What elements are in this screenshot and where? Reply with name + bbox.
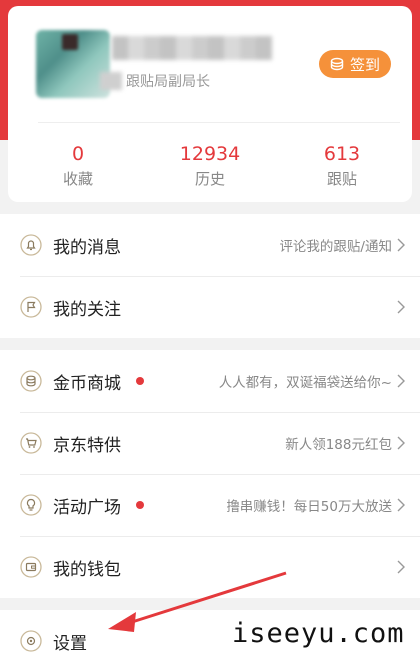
chevron-right-icon [397, 300, 405, 314]
username-blurred [112, 36, 272, 60]
menu-item-title: 我的关注 [53, 299, 121, 320]
menu-item-activity-square[interactable]: 活动广场 撸串赚钱！每日50万大放送 [0, 474, 420, 536]
bell-icon [20, 234, 42, 256]
coin-icon [330, 57, 344, 71]
chevron-right-icon [397, 560, 405, 574]
user-level-title: 跟贴局副局长 [126, 74, 210, 90]
cart-icon [20, 432, 42, 454]
menu-item-title: 京东特供 [53, 435, 121, 456]
menu-item-messages[interactable]: 我的消息 评论我的跟贴/通知 [0, 214, 420, 276]
menu-group-1: 我的消息 评论我的跟贴/通知 我的关注 [0, 214, 420, 338]
level-badge-blurred [100, 72, 122, 90]
wallet-icon [20, 556, 42, 578]
menu-item-title: 设置 [53, 633, 87, 654]
stat-label: 跟贴 [326, 170, 357, 188]
stat-value: 0 [71, 143, 85, 165]
stat-comments[interactable]: 613 跟贴 [292, 142, 392, 189]
checkin-label: 签到 [349, 55, 380, 74]
gear-icon [20, 630, 42, 652]
menu-item-desc: 撸串赚钱！每日50万大放送 [226, 499, 392, 515]
flag-icon [20, 296, 42, 318]
menu-item-following[interactable]: 我的关注 [0, 276, 420, 338]
stat-history[interactable]: 12934 历史 [160, 142, 260, 189]
chevron-right-icon [397, 498, 405, 512]
stat-value: 613 [323, 143, 361, 165]
menu-item-title: 我的钱包 [53, 559, 121, 580]
card-divider [38, 122, 400, 123]
avatar[interactable] [36, 30, 110, 98]
menu-item-title: 金币商城 [53, 373, 121, 394]
profile-card: 跟贴局副局长 签到 0 收藏 12934 历史 613 跟贴 [8, 6, 412, 202]
menu-item-jd-special[interactable]: 京东特供 新人领188元红包 [0, 412, 420, 474]
chevron-right-icon [397, 374, 405, 388]
watermark: iseeyu.com [232, 618, 405, 649]
chevron-right-icon [397, 436, 405, 450]
stat-label: 收藏 [62, 170, 93, 188]
stat-value: 12934 [179, 143, 241, 165]
menu-item-desc: 人人都有，双诞福袋送给你~ [218, 375, 392, 391]
chevron-right-icon [397, 238, 405, 252]
notification-dot [136, 501, 144, 509]
coin-stack-icon [20, 370, 42, 392]
notification-dot [136, 377, 144, 385]
menu-item-desc: 新人领188元红包 [285, 437, 392, 453]
stat-favorites[interactable]: 0 收藏 [28, 142, 128, 189]
menu-item-wallet[interactable]: 我的钱包 [0, 536, 420, 598]
menu-item-desc: 评论我的跟贴/通知 [279, 239, 392, 255]
stat-label: 历史 [194, 170, 225, 188]
menu-item-title: 我的消息 [53, 237, 121, 258]
bulb-icon [20, 494, 42, 516]
menu-group-2: 金币商城 人人都有，双诞福袋送给你~ 京东特供 新人领188元红包 活动广场 撸… [0, 350, 420, 598]
menu-item-title: 活动广场 [53, 497, 121, 518]
checkin-button[interactable]: 签到 [319, 50, 391, 78]
menu-item-coin-mall[interactable]: 金币商城 人人都有，双诞福袋送给你~ [0, 350, 420, 412]
